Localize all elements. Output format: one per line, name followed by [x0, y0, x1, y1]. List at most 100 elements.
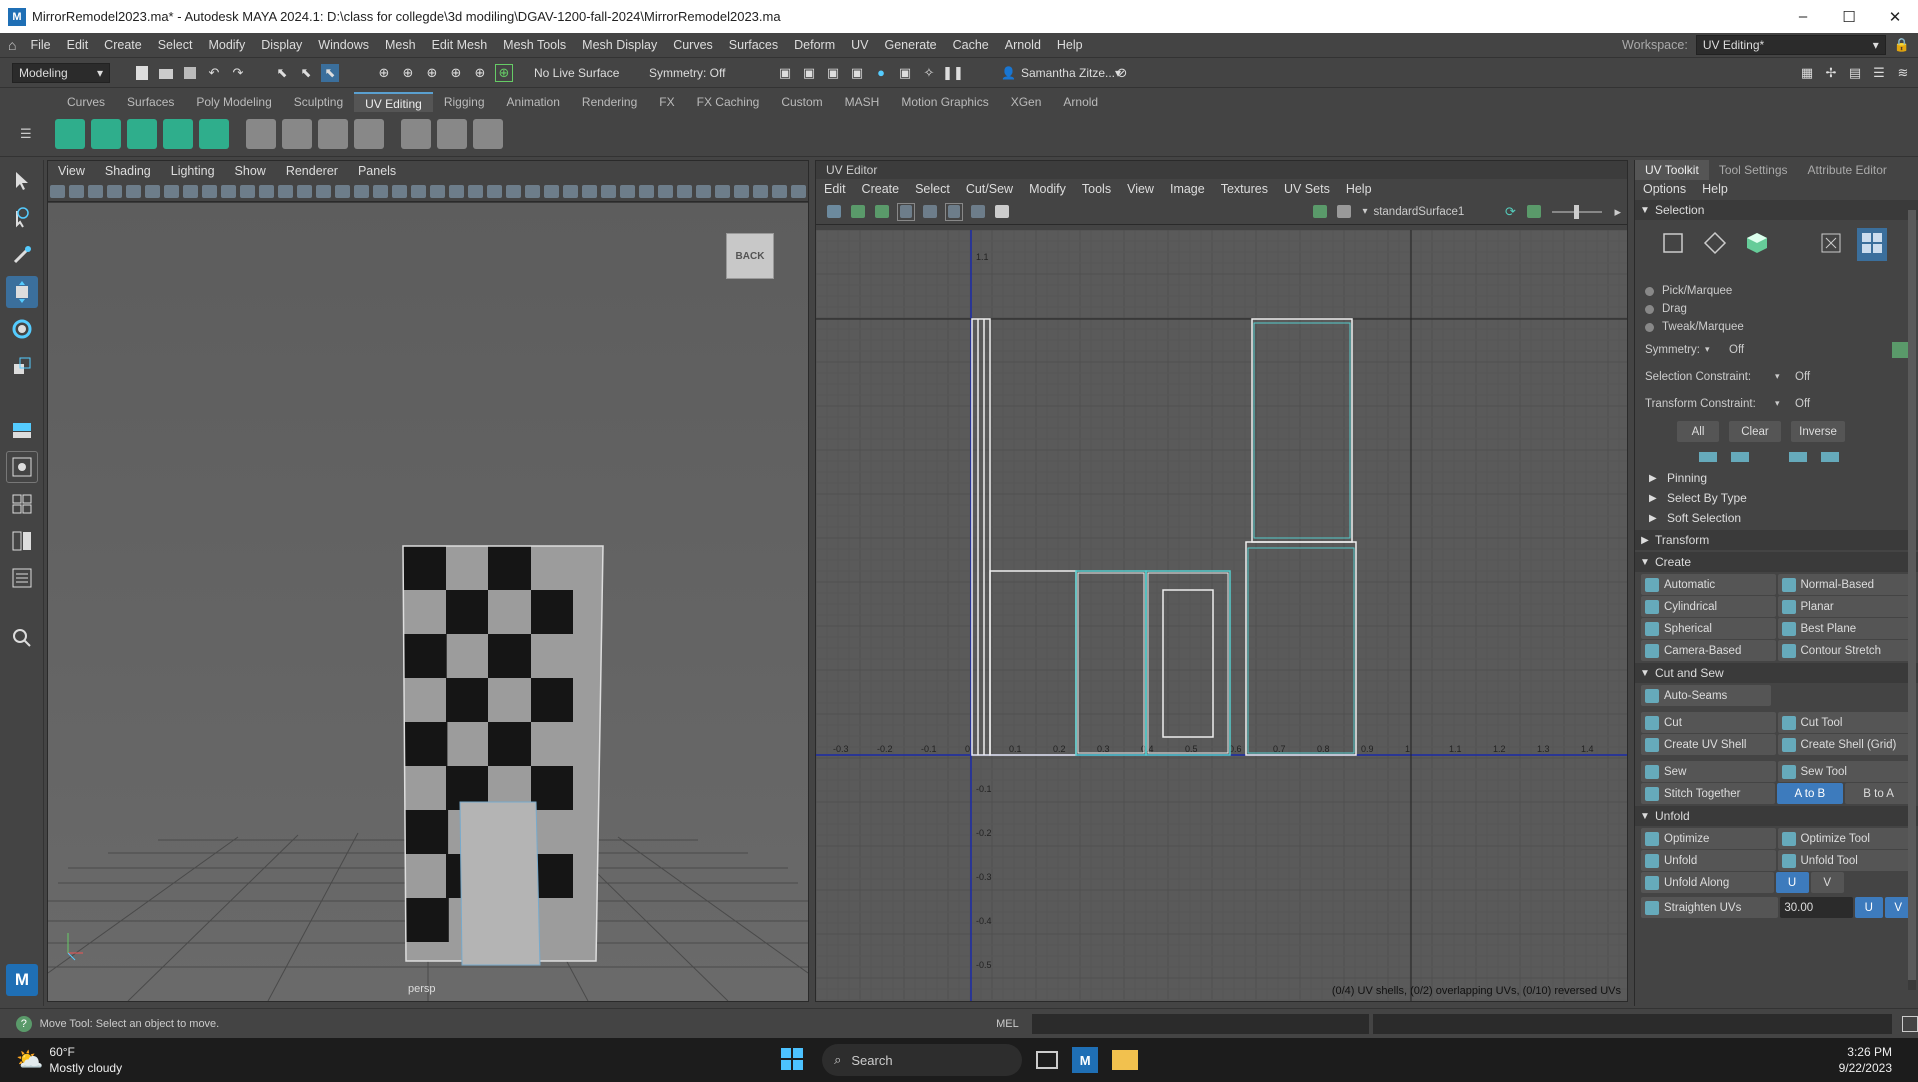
create-uv-shell-button[interactable]: Create UV Shell — [1641, 734, 1776, 755]
uv-camera-icon[interactable] — [993, 203, 1011, 221]
symmetry-settings-icon[interactable] — [1892, 341, 1908, 358]
search-icon[interactable] — [6, 622, 38, 654]
straighten-u-button[interactable]: U — [1855, 897, 1883, 918]
snap-view-icon[interactable]: ⊕ — [447, 64, 465, 82]
unfold-button[interactable]: Unfold — [1641, 850, 1776, 871]
menu-mesh-tools[interactable]: Mesh Tools — [495, 38, 574, 52]
weather-icon[interactable]: ⛅ — [16, 1047, 43, 1073]
move-tool-icon[interactable] — [6, 276, 38, 308]
shelf-tool-5-icon[interactable] — [199, 119, 229, 149]
mode-dropdown[interactable]: Modeling ▾ — [12, 62, 110, 83]
viewport-menu-lighting[interactable]: Lighting — [161, 164, 225, 178]
chevron-down-icon[interactable]: ▾ — [1775, 371, 1795, 382]
viewport-toolbar-6-icon[interactable] — [145, 184, 160, 198]
attribute-editor-icon[interactable]: ✢ — [1822, 64, 1840, 82]
transform-constraint-value[interactable]: Off — [1795, 398, 1810, 410]
planar-button[interactable]: Planar — [1777, 596, 1912, 617]
shelf-tab-animation[interactable]: Animation — [496, 92, 571, 112]
outliner-layout-icon[interactable] — [6, 562, 38, 594]
menu-edit-mesh[interactable]: Edit Mesh — [424, 38, 496, 52]
maya-home-icon[interactable]: M — [6, 964, 38, 996]
channel-box-icon[interactable]: ☰ — [1870, 64, 1888, 82]
snap-surface-icon[interactable]: ⊕ — [471, 64, 489, 82]
user-account-dropdown[interactable]: 👤 Samantha Zitze... ▾ — [995, 63, 1121, 83]
radio-pick-marquee[interactable]: Pick/Marquee — [1635, 282, 1918, 300]
workspace-dropdown[interactable]: UV Editing* ▾ — [1695, 35, 1886, 55]
viewport-toolbar-27-icon[interactable] — [544, 184, 559, 198]
viewport-menu-shading[interactable]: Shading — [95, 164, 161, 178]
uv-menu-help[interactable]: Help — [1338, 182, 1380, 196]
panel-tab-uv-toolkit[interactable]: UV Toolkit — [1635, 160, 1709, 180]
uv-menu-tools[interactable]: Tools — [1074, 182, 1119, 196]
uv-menu-create[interactable]: Create — [854, 182, 908, 196]
uv-canvas[interactable]: -0.3 -0.2 -0.1 0 0.1 0.2 0.3 0.4 0.5 0.6 0.7 0.8 0.9… — [816, 230, 1627, 1001]
uv-menu-textures[interactable]: Textures — [1213, 182, 1276, 196]
home-icon[interactable]: ⌂ — [8, 37, 16, 53]
light-editor-icon[interactable]: ✧ — [920, 64, 938, 82]
viewport-toolbar-5-icon[interactable] — [126, 184, 141, 198]
chevron-right-icon[interactable]: ▸ — [1614, 204, 1621, 220]
subsection-soft-selection[interactable]: ▶ Soft Selection — [1635, 508, 1918, 528]
uv-menu-uv-sets[interactable]: UV Sets — [1276, 182, 1338, 196]
rotate-tool-icon[interactable] — [6, 313, 38, 345]
menu-arnold[interactable]: Arnold — [997, 38, 1049, 52]
inverse-selection-button[interactable]: Inverse — [1791, 421, 1845, 442]
command-line-input[interactable] — [1031, 1013, 1370, 1034]
exposure-slider[interactable] — [1552, 204, 1603, 219]
options-menu[interactable]: Options — [1635, 182, 1694, 196]
face-mode-icon[interactable] — [1745, 231, 1769, 258]
shelf-tab-uv-editing[interactable]: UV Editing — [354, 92, 433, 112]
script-editor-icon[interactable] — [1902, 1015, 1918, 1032]
section-transform[interactable]: ▶ Transform — [1635, 530, 1918, 550]
vertex-mode-icon[interactable] — [1661, 231, 1685, 258]
unfold-along-v-button[interactable]: V — [1810, 872, 1844, 893]
cut-tool-button[interactable]: Cut Tool — [1777, 712, 1912, 733]
menu-surfaces[interactable]: Surfaces — [721, 38, 786, 52]
grow-selection-icon[interactable] — [1699, 452, 1717, 462]
shelf-tab-curves[interactable]: Curves — [56, 92, 116, 112]
shelf-tool-11-icon[interactable] — [437, 119, 467, 149]
viewport-toolbar-28-icon[interactable] — [563, 184, 578, 198]
four-view-layout-icon[interactable] — [6, 488, 38, 520]
viewport-menu-show[interactable]: Show — [225, 164, 276, 178]
a-to-b-button[interactable]: A to B — [1776, 783, 1844, 804]
viewport-toolbar-23-icon[interactable] — [468, 184, 483, 198]
help-globe-icon[interactable]: ⊘ — [1113, 64, 1131, 82]
shelf-tool-10-icon[interactable] — [401, 119, 431, 149]
sew-tool-button[interactable]: Sew Tool — [1777, 761, 1912, 782]
uv-grid-icon[interactable] — [921, 203, 939, 221]
mel-label[interactable]: MEL — [996, 1018, 1025, 1030]
viewport-toolbar-26-icon[interactable] — [525, 184, 540, 198]
symmetry-value[interactable]: Off — [1729, 344, 1744, 356]
pause-icon[interactable]: ❚❚ — [942, 64, 964, 82]
maximize-button[interactable]: ☐ — [1826, 0, 1872, 33]
section-create[interactable]: ▼ Create — [1635, 552, 1918, 572]
viewport-toolbar-13-icon[interactable] — [278, 184, 293, 198]
live-surface-field[interactable]: No Live Surface — [528, 63, 623, 83]
clear-selection-button[interactable]: Clear — [1729, 421, 1781, 442]
shelf-tool-2-icon[interactable] — [91, 119, 121, 149]
shelf-tab-fx[interactable]: FX — [648, 92, 685, 112]
two-view-layout-icon[interactable] — [6, 525, 38, 557]
shelf-tab-arnold[interactable]: Arnold — [1052, 92, 1109, 112]
redo-icon[interactable]: ↷ — [229, 64, 247, 82]
hypershade-icon[interactable]: ● — [872, 64, 890, 82]
help-icon[interactable]: ? — [16, 1015, 32, 1032]
perspective-viewport[interactable]: View Shading Lighting Show Renderer Panels BA… — [47, 160, 809, 1002]
viewport-toolbar-11-icon[interactable] — [240, 184, 255, 198]
lock-icon[interactable]: 🔒 — [1894, 37, 1910, 53]
section-unfold[interactable]: ▼ Unfold — [1635, 806, 1918, 826]
subsection-select-by-type[interactable]: ▶ Select By Type — [1635, 488, 1918, 508]
viewport-toolbar-39-icon[interactable] — [772, 184, 787, 198]
snap-curve-icon[interactable]: ⊕ — [399, 64, 417, 82]
chevron-down-icon[interactable]: ▾ — [1705, 344, 1729, 355]
ipr-render-icon[interactable]: ▣ — [824, 64, 842, 82]
clock-time[interactable]: 3:26 PM — [1839, 1044, 1892, 1060]
viewport-toolbar-15-icon[interactable] — [316, 184, 331, 198]
viewport-toolbar-33-icon[interactable] — [658, 184, 673, 198]
viewport-toolbar-2-icon[interactable] — [69, 184, 84, 198]
viewport-toolbar-29-icon[interactable] — [582, 184, 597, 198]
last-tool-icon[interactable] — [6, 414, 38, 446]
checker-display-icon[interactable] — [1335, 203, 1353, 221]
menu-display[interactable]: Display — [253, 38, 310, 52]
